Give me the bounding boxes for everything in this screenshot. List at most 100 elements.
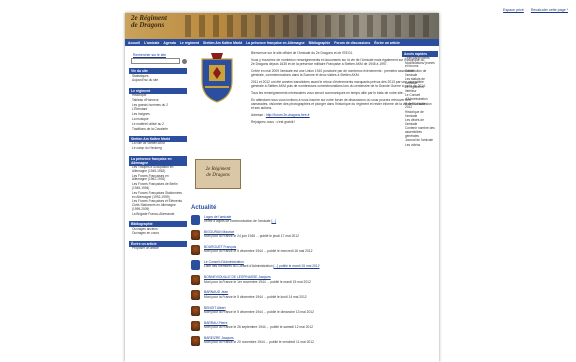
sidebar-link[interactable]: Ouvrages en cours bbox=[129, 232, 187, 237]
nav-item[interactable]: Écrire un article bbox=[374, 41, 400, 45]
main-nav: Accueil L'amicale Agenda Le régiment Ste… bbox=[125, 39, 439, 46]
shield-icon bbox=[191, 215, 200, 225]
news-item: BENOIT Albert Mort pour la France le 5 dé… bbox=[191, 305, 435, 319]
news-body: BENOIT Albert Mort pour la France le 5 dé… bbox=[204, 306, 314, 314]
quick-access-link[interactable]: Contenir nombre des assemblées générales bbox=[402, 126, 438, 139]
news-desc-text: Mort pour la France le 5 décembre 1944 .… bbox=[204, 249, 313, 254]
news-item: Le Conseil d'Administration Liste des mem… bbox=[191, 260, 435, 273]
sidebar-link[interactable]: La Brigade Franco-Allemande bbox=[129, 212, 187, 217]
portrait-icon bbox=[191, 290, 200, 301]
news-desc-text: Mort pour la France le 24 juin 1945 ... … bbox=[204, 234, 299, 239]
news-item: BARRAU Pierre Mort pour la France le 26 s… bbox=[191, 320, 435, 334]
news-more-link[interactable]: [...] bbox=[271, 219, 276, 223]
intro-paragraph: Tous les renseignements nécessaires vous… bbox=[251, 91, 406, 95]
intro-paragraph: Bienvenue sur le site officiel de l'Amic… bbox=[251, 51, 354, 55]
site-logo[interactable]: 2e Régiment de Dragons bbox=[131, 15, 167, 29]
portrait-icon bbox=[191, 275, 200, 286]
nav-item[interactable]: Stetten Am Kalten Markt bbox=[203, 41, 242, 45]
news-item: BIGOURAN Maurice Mort pour la France le 2… bbox=[191, 230, 435, 243]
nav-item[interactable]: L'amicale bbox=[144, 41, 159, 45]
sidebar-link[interactable]: Proposer un article bbox=[129, 246, 187, 252]
search-row bbox=[131, 58, 187, 64]
news-desc-text: Mort pour la France le 5 décembre 1944 .… bbox=[204, 294, 307, 299]
logo-image-line-2: de Dragons bbox=[206, 173, 230, 178]
nav-item[interactable]: Agenda bbox=[163, 41, 175, 45]
sidebar-link[interactable]: Aujourd'hui du site bbox=[129, 78, 187, 84]
sidebar-section: Écrire un article Proposer un article bbox=[129, 240, 187, 252]
sidebar-link[interactable]: Les Troupes d'Occupation en Allemagne (1… bbox=[129, 165, 187, 175]
nav-item[interactable]: La présence française en Allemagne bbox=[246, 41, 304, 45]
regiment-logo-image: 2e Régiment de Dragons bbox=[195, 159, 241, 189]
news-desc-text: Mort pour la France le 5 décembre 1944 .… bbox=[204, 309, 314, 314]
news-desc: Mort pour la France le 5 décembre 1944 .… bbox=[204, 310, 314, 314]
address-line: Adresse : http://forum.2e-dragons.free.f… bbox=[251, 113, 427, 117]
news-desc: Mort pour la France le 24 juin 1945 ... … bbox=[204, 234, 299, 238]
nav-item[interactable]: Accueil bbox=[128, 41, 140, 45]
news-desc: Mort pour la France le 20 novembre 1944 … bbox=[204, 340, 314, 344]
left-sidebar: Rechercher sur le site Vie du site Statis… bbox=[129, 51, 187, 252]
nav-item[interactable]: Forum de discussions bbox=[334, 41, 370, 45]
news-desc-text: Liste des membres du Conseil d'Administr… bbox=[204, 264, 273, 269]
search-input[interactable] bbox=[131, 58, 181, 64]
top-links: Espace privé Recalculer cette page * bbox=[497, 8, 568, 12]
portrait-icon bbox=[191, 230, 200, 241]
news-desc-text: Mort pour la France le 20 novembre 1944 … bbox=[204, 339, 314, 344]
news-desc-text: Mort pour la France le 26 septembre 1944… bbox=[204, 324, 314, 329]
intro-block: 2e Régiment de Dragons Bienvenue sur le … bbox=[191, 51, 435, 203]
news-desc: Mort pour la France le 1er novembre 1944… bbox=[204, 280, 311, 284]
sidebar-section: Bibliographie Ouvrages anciens Ouvrages en… bbox=[129, 221, 187, 237]
news-body: BONNEVIOUILLE DE LESPINASSE Jacques Mort … bbox=[204, 275, 311, 283]
sidebar-section: Stetten Am Kalten Markt La ville de Stett… bbox=[129, 135, 187, 152]
sidebar-link[interactable]: Le camp du Heuberg bbox=[129, 146, 187, 152]
private-space-link[interactable]: Espace privé bbox=[503, 8, 524, 12]
nav-item[interactable]: Bibliographie bbox=[309, 41, 331, 45]
news-body: BARNAUD Jean Mort pour la France le 5 déc… bbox=[204, 290, 307, 298]
portrait-icon bbox=[191, 305, 200, 316]
search-go-button[interactable] bbox=[182, 58, 187, 64]
intro-paragraph: En attendant nous vous invitons à vous i… bbox=[251, 98, 426, 110]
news-more-link[interactable]: [...] publié le mardi 15 mai 2012 bbox=[274, 264, 320, 268]
news-body: Le Conseil d'Administration Liste des mem… bbox=[204, 260, 320, 268]
address-label: Adresse : bbox=[251, 113, 265, 117]
recalculate-page-link[interactable]: Recalculer cette page * bbox=[531, 8, 568, 12]
news-body: BARRAU Pierre Mort pour la France le 26 s… bbox=[204, 321, 313, 329]
sidebar-section: Le régiment Historique Tableau d'Honneur Le… bbox=[129, 87, 187, 132]
news-desc: Vente d'objets de communication de l'ami… bbox=[204, 219, 276, 223]
intro-paragraph: Créée en mai 2009 l'amicale est une Unio… bbox=[251, 69, 415, 77]
quick-access-link[interactable]: Les vidéos bbox=[402, 143, 438, 147]
news-item: BONNEVIOUILLE DE LESPINASSE Jacques Mort … bbox=[191, 275, 435, 288]
logo-line-2: de Dragons bbox=[131, 21, 165, 29]
news-body: BAREIZRE Jacques Mort pour la France le 2… bbox=[204, 336, 314, 344]
sidebar-section: La présence française en Allemagne Les Tr… bbox=[129, 155, 187, 218]
site-banner: 2e Régiment de Dragons bbox=[125, 13, 439, 39]
news-list: Logos de l'amicale Vente d'objets de comm… bbox=[191, 215, 435, 348]
news-body: Logos de l'amicale Vente d'objets de comm… bbox=[204, 215, 276, 223]
regiment-crest-icon bbox=[201, 53, 233, 103]
forum-link[interactable]: http://forum.2e-dragons.free.fr bbox=[266, 113, 310, 117]
closing-text: Rejoignez-nous : c'est gratuit ! bbox=[251, 120, 296, 124]
sidebar-section: Vie du site Statistiques Aujourd'hui du si… bbox=[129, 68, 187, 84]
page-frame: 2e Régiment de Dragons Accueil L'amicale… bbox=[125, 13, 439, 362]
portrait-icon bbox=[191, 245, 200, 256]
news-body: BIGOURAN Maurice Mort pour la France le 2… bbox=[204, 230, 299, 238]
quick-access-list: Téléchargements Modifications/ jeunes et … bbox=[402, 56, 438, 148]
nav-item[interactable]: Le régiment bbox=[180, 41, 199, 45]
news-desc-text: Vente d'objets de communication de l'ami… bbox=[204, 219, 271, 224]
news-item: BARNAUD Jean Mort pour la France le 5 déc… bbox=[191, 290, 435, 303]
news-desc: Liste des membres du Conseil d'Administr… bbox=[204, 264, 320, 268]
portrait-icon bbox=[191, 320, 200, 331]
search-label[interactable]: Rechercher sur le site bbox=[133, 53, 187, 57]
news-desc: Mort pour la France le 26 septembre 1944… bbox=[204, 325, 313, 329]
sidebar-link[interactable]: Traditions de la Cavalerie bbox=[129, 127, 187, 132]
main-content: 2e Régiment de Dragons Bienvenue sur le … bbox=[191, 51, 435, 351]
portrait-icon bbox=[191, 335, 200, 346]
news-item: BOURGUET François Mort pour la France le … bbox=[191, 245, 435, 258]
news-item: BAREIZRE Jacques Mort pour la France le 2… bbox=[191, 335, 435, 349]
intro-paragraph: 2011 et 2012 ont été années transitoires… bbox=[251, 80, 426, 88]
shield-icon bbox=[191, 260, 200, 271]
news-item: Logos de l'amicale Vente d'objets de comm… bbox=[191, 215, 435, 228]
news-desc: Mort pour la France le 5 décembre 1944 .… bbox=[204, 249, 313, 253]
quick-access-panel: Accès rapides Téléchargements Modificatio… bbox=[402, 51, 438, 148]
sidebar-link[interactable]: Les Forces Françaises et Éléments Civils… bbox=[129, 199, 187, 212]
news-body: BOURGUET François Mort pour la France le … bbox=[204, 245, 313, 253]
